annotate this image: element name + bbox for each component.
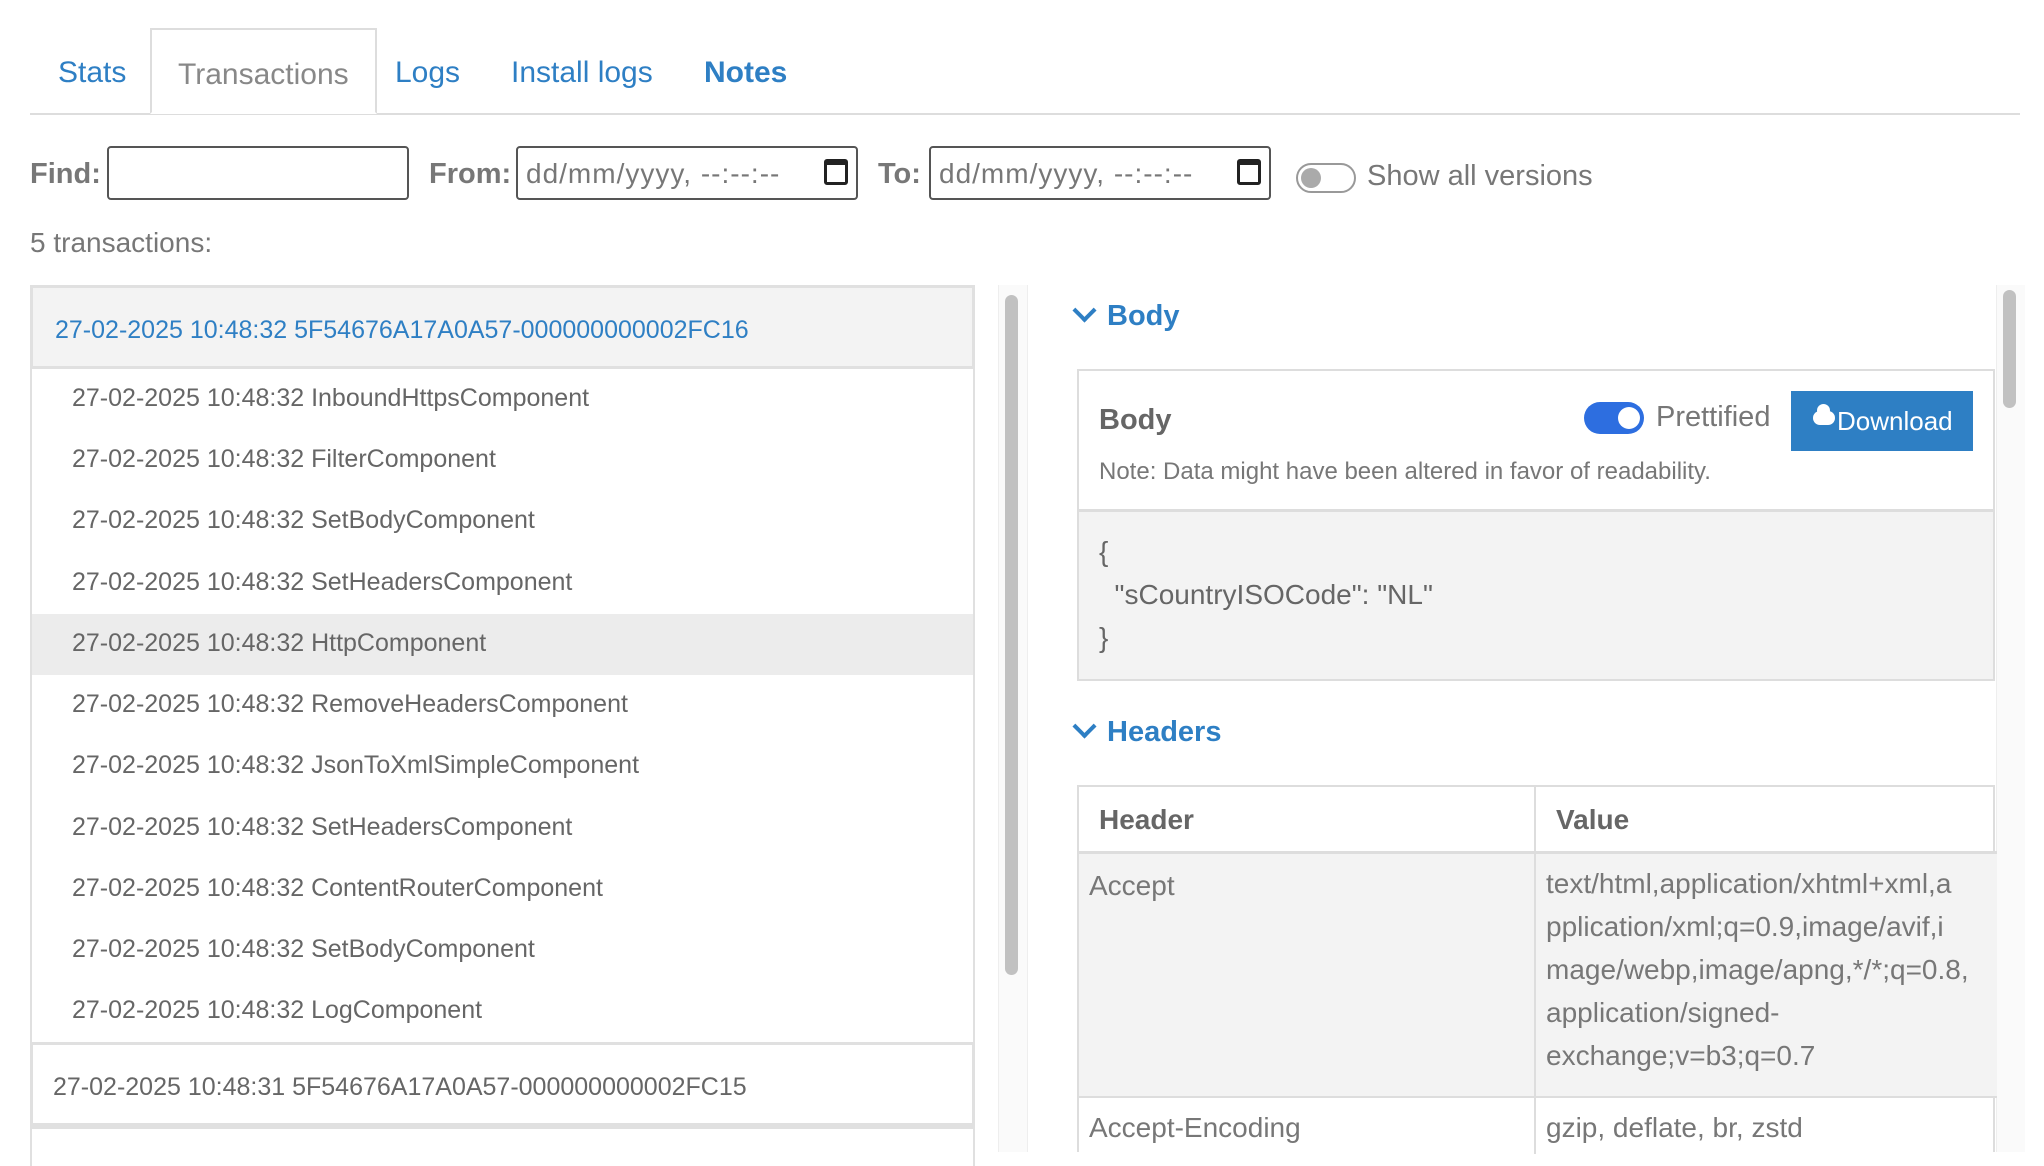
list-item[interactable]: 27-02-2025 10:48:32 LogComponent [32, 981, 973, 1042]
chevron-down-icon [1072, 714, 1097, 739]
body-section-toggle[interactable]: Body [1072, 298, 1180, 333]
step-label: 27-02-2025 10:48:32 FilterComponent [72, 445, 496, 473]
transaction-list: 27-02-2025 10:48:32 5F54676A17A0A57-0000… [30, 285, 975, 1166]
find-input[interactable] [107, 146, 409, 200]
header-key: Accept-Encoding [1089, 1112, 1301, 1143]
step-label: 27-02-2025 10:48:32 JsonToXmlSimpleCompo… [72, 751, 640, 779]
section-heading: Body [1107, 300, 1180, 332]
toggle-knob [1618, 407, 1640, 429]
list-item[interactable]: 27-02-2025 10:48:32 SetHeadersComponent [32, 553, 973, 614]
step-label: 27-02-2025 10:48:32 SetBodyComponent [72, 506, 535, 534]
download-label: Download [1837, 406, 1953, 436]
body-content: { "sCountryISOCode": "NL" } [1079, 512, 1993, 679]
list-item[interactable]: 27-02-2025 10:48:32 SetHeadersComponent [32, 798, 973, 859]
list-scrollbar-thumb[interactable] [1005, 295, 1018, 975]
calendar-icon[interactable] [1237, 159, 1261, 185]
table-cell: Accept [1079, 854, 1536, 1096]
from-date-placeholder: dd/mm/yyyy, --:--:-- [526, 158, 781, 189]
list-item[interactable]: 27-02-2025 10:48:32 RemoveHeadersCompone… [32, 675, 973, 736]
to-date-placeholder: dd/mm/yyyy, --:--:-- [939, 158, 1194, 189]
show-all-versions-toggle[interactable] [1296, 163, 1356, 193]
headers-table: Header Value Accept text/html,applicatio… [1077, 785, 1997, 1154]
prettified-label: Prettified [1656, 401, 1771, 433]
calendar-icon[interactable] [824, 159, 848, 185]
download-button[interactable]: Download [1791, 391, 1973, 451]
step-label: 27-02-2025 10:48:32 SetBodyComponent [72, 935, 535, 963]
table-row: Accept-Encoding gzip, deflate, br, zstd [1079, 1098, 1997, 1154]
tab-bar: Stats Transactions Logs Install logs Not… [30, 28, 2020, 115]
headers-section-toggle[interactable]: Headers [1072, 714, 1222, 749]
step-label: 27-02-2025 10:48:32 SetHeadersComponent [72, 813, 573, 841]
to-label: To: [878, 158, 921, 190]
show-all-versions-label: Show all versions [1367, 160, 1593, 192]
section-heading: Headers [1107, 716, 1222, 748]
transaction-steps: 27-02-2025 10:48:32 InboundHttpsComponen… [30, 369, 975, 1042]
body-panel-header: Body Prettified Download Note: Data migh… [1079, 371, 1993, 512]
step-label: 27-02-2025 10:48:32 ContentRouterCompone… [72, 874, 603, 902]
column-header: Value [1536, 787, 1997, 851]
header-value-line: text/html,application/xhtml+xml,a [1546, 868, 1952, 899]
prettified-toggle[interactable] [1584, 402, 1644, 434]
transaction-count: 5 transactions: [30, 227, 213, 258]
body-panel: Body Prettified Download Note: Data migh… [1077, 369, 1995, 681]
table-cell: Accept-Encoding [1079, 1098, 1536, 1154]
transaction-item-selected[interactable]: 27-02-2025 10:48:32 5F54676A17A0A57-0000… [30, 285, 975, 369]
toggle-knob [1301, 168, 1321, 188]
list-item[interactable]: 27-02-2025 10:48:32 SetBodyComponent [32, 491, 973, 552]
transaction-item[interactable]: 27-02-2025 10:48:31 5F54676A17A0A57-0000… [30, 1042, 975, 1126]
tab-notes[interactable]: Notes [704, 28, 787, 113]
tab-install-logs[interactable]: Install logs [511, 28, 653, 113]
cloud-download-icon [1813, 404, 1835, 425]
header-value-line: application/signed- [1546, 997, 1780, 1028]
readability-note: Note: Data might have been altered in fa… [1099, 458, 1711, 485]
header-value-line: gzip, deflate, br, zstd [1546, 1112, 1803, 1143]
list-item[interactable]: 27-02-2025 10:48:32 ContentRouterCompone… [32, 859, 973, 920]
from-date-input[interactable]: dd/mm/yyyy, --:--:-- [516, 146, 858, 200]
tab-logs[interactable]: Logs [395, 28, 460, 113]
chevron-down-icon [1072, 298, 1097, 323]
transaction-id: 27-02-2025 10:48:32 5F54676A17A0A57-0000… [55, 316, 749, 344]
body-code: { "sCountryISOCode": "NL" } [1099, 536, 1433, 653]
list-item[interactable]: 27-02-2025 10:48:32 FilterComponent [32, 430, 973, 491]
step-label: 27-02-2025 10:48:32 InboundHttpsComponen… [72, 384, 590, 412]
tab-stats[interactable]: Stats [58, 28, 126, 113]
list-item[interactable]: 27-02-2025 10:48:32 JsonToXmlSimpleCompo… [32, 736, 973, 797]
step-label: 27-02-2025 10:48:32 RemoveHeadersCompone… [72, 690, 628, 718]
column-header-label: Header [1099, 804, 1194, 835]
list-item[interactable]: 27-02-2025 10:48:32 InboundHttpsComponen… [32, 369, 973, 430]
column-header-label: Value [1556, 804, 1630, 835]
body-title: Body [1099, 404, 1172, 436]
to-date-input[interactable]: dd/mm/yyyy, --:--:-- [929, 146, 1271, 200]
detail-scrollbar-thumb[interactable] [2003, 290, 2016, 408]
list-item[interactable]: 27-02-2025 10:48:32 SetBodyComponent [32, 920, 973, 981]
transaction-item[interactable] [30, 1126, 975, 1166]
column-header: Header [1079, 787, 1536, 851]
header-value-line: exchange;v=b3;q=0.7 [1546, 1040, 1816, 1071]
table-cell: text/html,application/xhtml+xml,a pplica… [1536, 854, 1997, 1096]
table-row: Accept text/html,application/xhtml+xml,a… [1079, 854, 1997, 1098]
list-item[interactable]: 27-02-2025 10:48:32 HttpComponent [32, 614, 973, 675]
detail-scrollbar[interactable] [1996, 285, 2025, 1152]
step-label: 27-02-2025 10:48:32 HttpComponent [72, 629, 487, 657]
header-value-line: pplication/xml;q=0.9,image/avif,i [1546, 911, 1944, 942]
table-header-row: Header Value [1079, 787, 1997, 854]
step-label: 27-02-2025 10:48:32 SetHeadersComponent [72, 568, 573, 596]
table-cell: gzip, deflate, br, zstd [1536, 1098, 1997, 1154]
header-key: Accept [1089, 870, 1175, 901]
transaction-id: 27-02-2025 10:48:31 5F54676A17A0A57-0000… [53, 1073, 747, 1101]
header-value-line: mage/webp,image/apng,*/*;q=0.8, [1546, 954, 1969, 985]
find-label: Find: [30, 158, 101, 190]
from-label: From: [429, 158, 512, 190]
step-label: 27-02-2025 10:48:32 LogComponent [72, 996, 483, 1024]
tab-transactions[interactable]: Transactions [150, 28, 377, 114]
